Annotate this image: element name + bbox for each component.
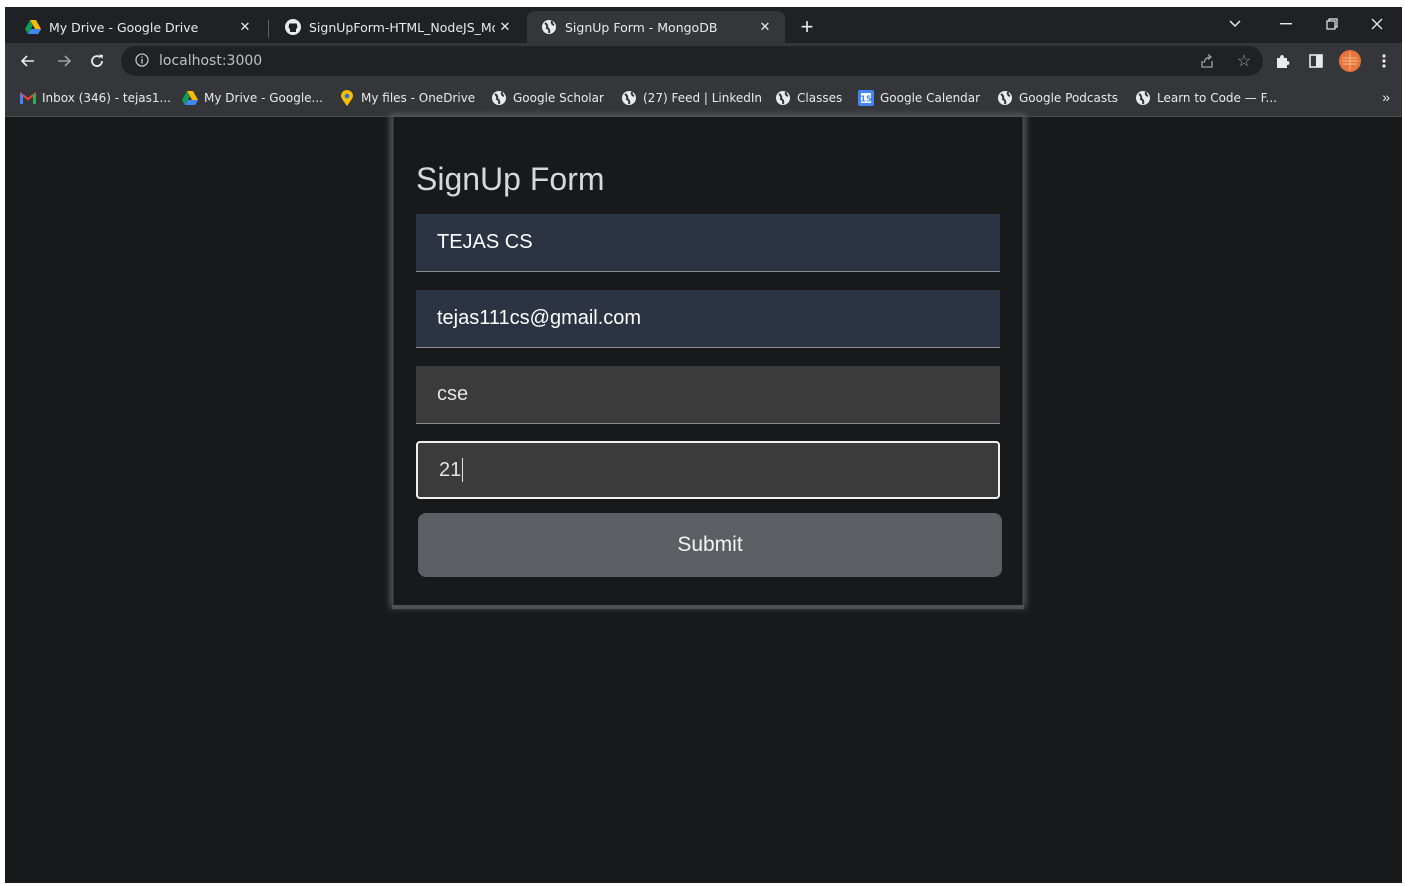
address-bar[interactable]: localhost:3000 ☆ bbox=[121, 46, 1263, 76]
new-tab-button[interactable]: + bbox=[793, 13, 821, 41]
calendar-icon: 15 bbox=[858, 90, 874, 106]
tab-search-icon[interactable] bbox=[1220, 11, 1250, 37]
branch-input[interactable]: cse bbox=[416, 366, 1000, 424]
info-icon[interactable] bbox=[135, 53, 151, 69]
tab-github[interactable]: SignUpForm-HTML_NodeJS_Mon ✕ bbox=[271, 11, 525, 43]
profile-avatar-icon[interactable] bbox=[1337, 49, 1363, 73]
globe-icon bbox=[1135, 90, 1151, 106]
bookmark-google-scholar[interactable]: Google Scholar bbox=[491, 88, 604, 108]
extensions-icon[interactable] bbox=[1269, 49, 1295, 73]
globe-icon bbox=[541, 19, 557, 35]
form-title: SignUp Form bbox=[416, 161, 605, 197]
close-window-icon[interactable] bbox=[1362, 11, 1392, 37]
text-caret bbox=[462, 458, 464, 482]
back-arrow-icon[interactable] bbox=[15, 49, 41, 73]
minimize-icon[interactable] bbox=[1271, 11, 1301, 37]
menu-kebab-icon[interactable] bbox=[1371, 49, 1397, 73]
signup-form-card: SignUp Form TEJAS CS tejas111cs@gmail.co… bbox=[392, 117, 1024, 609]
close-tab-icon[interactable]: ✕ bbox=[495, 20, 515, 35]
gmail-icon bbox=[20, 90, 36, 106]
svg-text:15: 15 bbox=[860, 95, 872, 104]
google-drive-icon bbox=[25, 19, 41, 35]
bookmarks-bar: Inbox (346) - tejas1... My Drive - Googl… bbox=[5, 79, 1402, 117]
bookmark-google-calendar[interactable]: 15 Google Calendar bbox=[858, 88, 980, 108]
globe-icon bbox=[491, 90, 507, 106]
tab-google-drive[interactable]: My Drive - Google Drive ✕ bbox=[11, 11, 265, 43]
bookmark-google-podcasts[interactable]: Google Podcasts bbox=[997, 88, 1118, 108]
bookmark-linkedin[interactable]: (27) Feed | LinkedIn bbox=[621, 88, 762, 108]
age-input[interactable]: 21 bbox=[416, 441, 1000, 499]
google-drive-icon bbox=[182, 90, 198, 106]
browser-window: My Drive - Google Drive ✕ SignUpForm-HTM… bbox=[5, 7, 1402, 883]
email-input[interactable]: tejas111cs@gmail.com bbox=[416, 290, 1000, 348]
bookmark-classes[interactable]: Classes bbox=[775, 88, 842, 108]
page-content: SignUp Form TEJAS CS tejas111cs@gmail.co… bbox=[5, 117, 1402, 883]
tab-separator bbox=[268, 20, 269, 38]
close-tab-icon[interactable]: ✕ bbox=[235, 20, 255, 35]
name-input[interactable]: TEJAS CS bbox=[416, 214, 1000, 272]
star-icon[interactable]: ☆ bbox=[1233, 51, 1255, 71]
tab-signup-form[interactable]: SignUp Form - MongoDB ✕ bbox=[527, 11, 785, 43]
reload-icon[interactable] bbox=[84, 49, 110, 73]
globe-icon bbox=[997, 90, 1013, 106]
restore-icon[interactable] bbox=[1317, 11, 1347, 37]
bookmark-learn-to-code[interactable]: Learn to Code — F... bbox=[1135, 88, 1277, 108]
tab-strip: My Drive - Google Drive ✕ SignUpForm-HTM… bbox=[5, 7, 1402, 43]
share-icon[interactable] bbox=[1196, 51, 1218, 71]
bookmarks-overflow-button[interactable]: » bbox=[1382, 89, 1390, 105]
github-icon bbox=[285, 19, 301, 35]
submit-button[interactable]: Submit bbox=[418, 513, 1002, 577]
bookmark-onedrive[interactable]: My files - OneDrive bbox=[339, 88, 475, 108]
map-pin-icon bbox=[339, 90, 355, 106]
browser-toolbar: localhost:3000 ☆ bbox=[5, 43, 1402, 79]
url-text: localhost:3000 bbox=[159, 53, 263, 69]
close-tab-icon[interactable]: ✕ bbox=[755, 20, 775, 35]
globe-icon bbox=[775, 90, 791, 106]
globe-icon bbox=[621, 90, 637, 106]
side-panel-icon[interactable] bbox=[1303, 49, 1329, 73]
bookmark-my-drive[interactable]: My Drive - Google... bbox=[182, 88, 323, 108]
bookmark-gmail[interactable]: Inbox (346) - tejas1... bbox=[20, 88, 171, 108]
forward-arrow-icon[interactable] bbox=[51, 49, 77, 73]
